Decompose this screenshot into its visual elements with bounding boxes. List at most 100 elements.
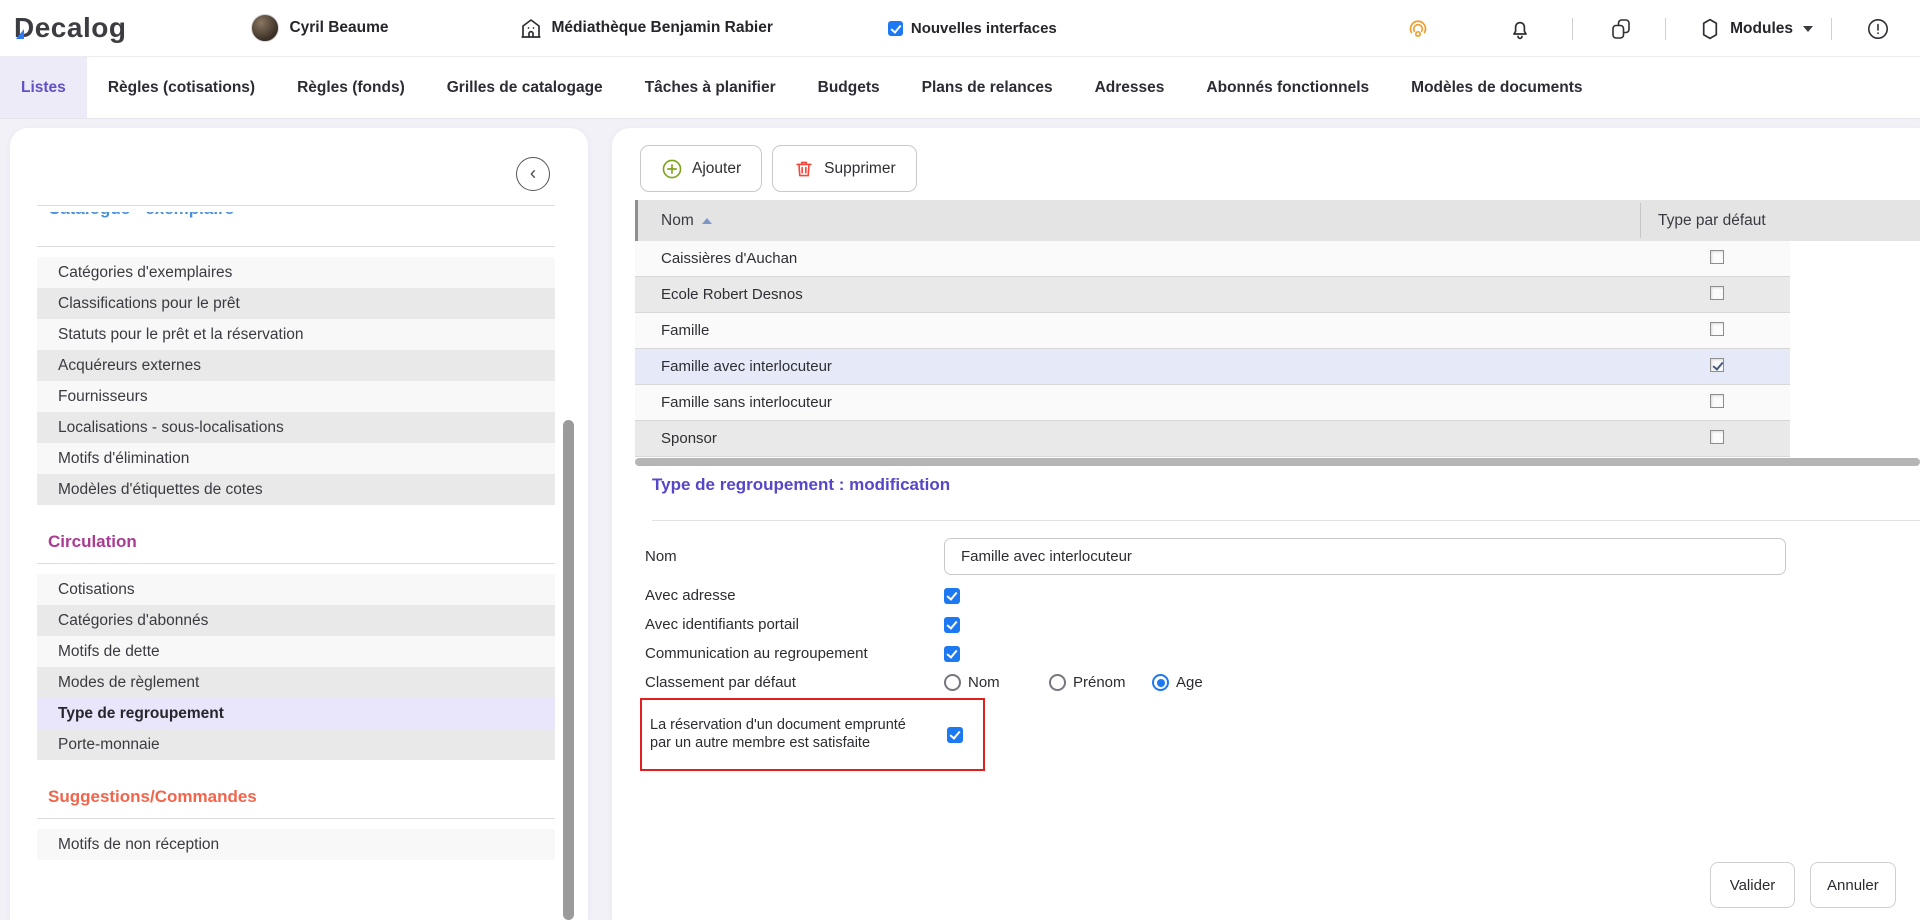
logo-text: Decalog (14, 12, 126, 43)
catalogue-list: Catégories d'exemplaires Classifications… (37, 257, 555, 505)
form-row-classement: Classement par défaut Nom Prénom Age (645, 674, 1203, 691)
tab-regles-fonds[interactable]: Règles (fonds) (276, 57, 426, 118)
sidebar-item-classifications-pret[interactable]: Classifications pour le prêt (37, 288, 555, 319)
section-heading-catalogue-cropped: Catalogue - exemplaire (37, 212, 555, 239)
table-row[interactable]: Famille sans interlocuteur (635, 385, 1790, 421)
identifiants-portail-checkbox[interactable] (944, 617, 960, 633)
divider (37, 563, 555, 564)
modules-menu[interactable]: Modules (1698, 17, 1813, 41)
row-name: Famille sans interlocuteur (661, 394, 832, 411)
sidebar-item-localisations[interactable]: Localisations - sous-localisations (37, 412, 555, 443)
delete-button[interactable]: Supprimer (772, 145, 917, 192)
reservation-highlighted-field: La réservation d'un document emprunté pa… (640, 698, 985, 771)
tab-budgets[interactable]: Budgets (797, 57, 901, 118)
bell-icon[interactable] (1508, 17, 1532, 41)
sidebar-item-motifs-non-reception[interactable]: Motifs de non réception (37, 829, 555, 860)
row-name: Caissières d'Auchan (661, 250, 797, 267)
divider (1665, 18, 1666, 40)
lists-sidebar: Catalogue - exemplaire Catégories d'exem… (10, 128, 588, 920)
type-default-checkbox[interactable] (1710, 322, 1724, 336)
sidebar-item-statuts-pret-reservation[interactable]: Statuts pour le prêt et la réservation (37, 319, 555, 350)
tab-taches-planifier[interactable]: Tâches à planifier (624, 57, 797, 118)
table-row[interactable]: Famille (635, 313, 1790, 349)
table-row[interactable]: Sponsor (635, 421, 1790, 457)
radio-option-age[interactable]: Age (1152, 674, 1203, 691)
sidebar-collapse-button[interactable] (516, 157, 550, 191)
sidebar-vertical-scrollbar[interactable] (563, 420, 574, 920)
logo-accent-icon (16, 29, 24, 39)
form-title: Type de regroupement : modification (652, 475, 950, 495)
radio-option-nom[interactable]: Nom (944, 674, 1049, 691)
nom-input[interactable] (944, 538, 1786, 575)
sidebar-item-modeles-etiquettes[interactable]: Modèles d'étiquettes de cotes (37, 474, 555, 505)
divider (37, 818, 555, 819)
decalog-logo[interactable]: Decalog (14, 12, 126, 44)
table-header: Nom Type par défaut (635, 200, 1920, 241)
communication-checkbox[interactable] (944, 646, 960, 662)
table-row[interactable]: Famille avec interlocuteur (635, 349, 1790, 385)
sidebar-item-fournisseurs[interactable]: Fournisseurs (37, 381, 555, 412)
section-heading-suggestions: Suggestions/Commandes (37, 787, 555, 807)
tab-modeles-documents[interactable]: Modèles de documents (1390, 57, 1603, 118)
sidebar-item-motifs-dette[interactable]: Motifs de dette (37, 636, 555, 667)
radio-age[interactable] (1152, 674, 1169, 691)
modules-icon (1698, 17, 1722, 41)
add-button[interactable]: Ajouter (640, 145, 762, 192)
type-default-checkbox[interactable] (1710, 358, 1724, 372)
sidebar-item-categories-exemplaires[interactable]: Catégories d'exemplaires (37, 257, 555, 288)
form-row-avec-adresse: Avec adresse (645, 587, 960, 604)
table-horizontal-scrollbar[interactable] (635, 458, 1920, 466)
type-default-checkbox[interactable] (1710, 286, 1724, 300)
sidebar-item-motifs-elimination[interactable]: Motifs d'élimination (37, 443, 555, 474)
library-selector[interactable]: Médiathèque Benjamin Rabier (519, 16, 773, 40)
divider (1572, 18, 1573, 40)
tab-bar: Listes Règles (cotisations) Règles (fond… (0, 57, 1920, 119)
type-default-checkbox[interactable] (1710, 394, 1724, 408)
plus-circle-icon (661, 158, 683, 180)
sidebar-item-porte-monnaie[interactable]: Porte-monnaie (37, 729, 555, 760)
form-actions: Valider Annuler (1710, 862, 1896, 908)
sort-ascending-icon (702, 218, 712, 224)
tab-abonnes-fonctionnels[interactable]: Abonnés fonctionnels (1185, 57, 1390, 118)
sidebar-item-cotisations[interactable]: Cotisations (37, 574, 555, 605)
user-name[interactable]: Cyril Beaume (289, 19, 388, 37)
top-bar: Decalog Cyril Beaume Médiathèque Benjami… (0, 0, 1920, 57)
add-button-label: Ajouter (692, 160, 741, 178)
divider (1831, 18, 1832, 40)
type-default-checkbox[interactable] (1710, 250, 1724, 264)
tab-grilles-catalogage[interactable]: Grilles de catalogage (426, 57, 624, 118)
validate-button[interactable]: Valider (1710, 862, 1795, 908)
new-interfaces-toggle[interactable]: Nouvelles interfaces (888, 20, 1057, 37)
sidebar-item-type-regroupement[interactable]: Type de regroupement (37, 698, 555, 729)
reservation-checkbox[interactable] (947, 727, 963, 743)
user-avatar[interactable] (251, 14, 279, 42)
new-interfaces-checkbox[interactable] (888, 21, 903, 36)
sidebar-item-acquereurs-externes[interactable]: Acquéreurs externes (37, 350, 555, 381)
divider (652, 520, 1920, 521)
cancel-button[interactable]: Annuler (1810, 862, 1896, 908)
table-row[interactable]: Caissières d'Auchan (635, 241, 1790, 277)
radio-option-prenom[interactable]: Prénom (1049, 674, 1152, 691)
avec-adresse-checkbox[interactable] (944, 588, 960, 604)
table-row[interactable]: Ecole Robert Desnos (635, 277, 1790, 313)
identifiants-portail-label: Avec identifiants portail (645, 616, 944, 633)
info-icon[interactable] (1866, 17, 1890, 41)
communication-label: Communication au regroupement (645, 645, 944, 662)
sidebar-item-categories-abonnes[interactable]: Catégories d'abonnés (37, 605, 555, 636)
radio-prenom[interactable] (1049, 674, 1066, 691)
sidebar-item-modes-reglement[interactable]: Modes de règlement (37, 667, 555, 698)
tab-listes[interactable]: Listes (0, 57, 87, 118)
tab-regles-cotisations[interactable]: Règles (cotisations) (87, 57, 276, 118)
pages-icon[interactable] (1609, 17, 1633, 41)
tab-adresses[interactable]: Adresses (1074, 57, 1186, 118)
column-header-type-par-defaut[interactable]: Type par défaut (1658, 212, 1766, 230)
type-default-checkbox[interactable] (1710, 430, 1724, 444)
nom-label: Nom (645, 548, 944, 565)
row-name: Sponsor (661, 430, 717, 447)
broadcast-icon[interactable] (1406, 17, 1430, 41)
radio-nom[interactable] (944, 674, 961, 691)
divider (37, 205, 555, 206)
tab-plans-relances[interactable]: Plans de relances (901, 57, 1074, 118)
column-header-nom[interactable]: Nom (635, 212, 712, 230)
circulation-list: Cotisations Catégories d'abonnés Motifs … (37, 574, 555, 760)
